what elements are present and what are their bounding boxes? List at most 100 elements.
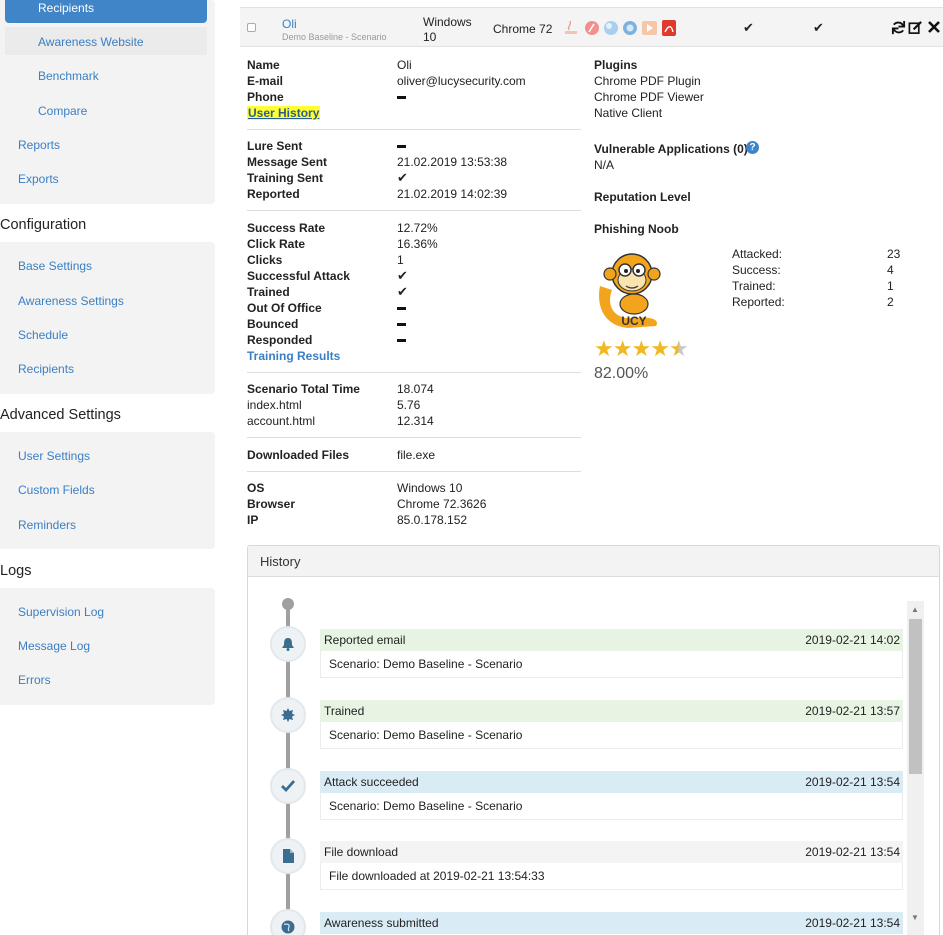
history-event-header: File download 2019-02-21 13:54	[320, 841, 903, 863]
recipient-os-line2: 10	[423, 30, 437, 44]
sidebar-heading-advanced-settings: Advanced Settings	[0, 407, 121, 423]
edit-icon[interactable]	[908, 20, 923, 35]
flash-icon	[585, 21, 599, 35]
bounced-value	[397, 317, 406, 331]
row-checkbox[interactable]	[247, 23, 256, 32]
sidebar-group-campaign: Recipients Awareness Website Benchmark C…	[0, 0, 215, 204]
sidebar-item-errors[interactable]: Errors	[18, 673, 51, 687]
scenario-total-time-value: 18.074	[397, 382, 434, 396]
sidebar-group-advanced: User Settings Custom Fields Reminders	[0, 432, 215, 549]
plugin-icons	[565, 20, 676, 36]
monkey-mascot-icon: UCY	[599, 253, 661, 328]
message-sent-label: Message Sent	[247, 155, 328, 169]
sidebar-item-schedule[interactable]: Schedule	[18, 328, 68, 342]
sidebar-item-user-settings[interactable]: User Settings	[18, 449, 90, 463]
scroll-up-arrow-icon[interactable]: ▲	[911, 605, 919, 614]
separator	[247, 471, 581, 472]
badge-icon	[270, 697, 306, 733]
pdf-icon	[662, 20, 676, 36]
trained-value: ✔	[397, 284, 408, 299]
history-event-header: Reported email 2019-02-21 14:02	[320, 629, 903, 651]
file-icon	[270, 838, 306, 874]
history-event-body: Scenario: Demo Baseline - Scenario	[320, 651, 903, 678]
training-results-link[interactable]: Training Results	[247, 349, 340, 363]
reputation-level-name: Phishing Noob	[594, 222, 679, 236]
trained-label: Trained	[247, 285, 290, 299]
clicks-label: Clicks	[247, 253, 283, 267]
java-icon	[565, 20, 577, 34]
email-value: oliver@lucysecurity.com	[397, 74, 526, 88]
sidebar-item-reminders[interactable]: Reminders	[18, 518, 76, 532]
svg-text:UCY: UCY	[621, 314, 646, 328]
sidebar-item-exports[interactable]: Exports	[18, 172, 59, 186]
responded-label: Responded	[247, 333, 313, 347]
stat-trained-value: 1	[887, 279, 894, 293]
success-rate-label: Success Rate	[247, 221, 326, 235]
os-label: OS	[247, 481, 265, 495]
sidebar-item-awareness-website[interactable]: Awareness Website	[38, 35, 144, 49]
help-icon[interactable]: ?	[746, 141, 759, 154]
history-event-title: File download	[324, 845, 399, 859]
stat-attacked-value: 23	[887, 247, 901, 261]
star-icon: ★	[594, 336, 614, 361]
os-value: Windows 10	[397, 481, 463, 495]
sidebar-item-message-log[interactable]: Message Log	[18, 639, 90, 653]
sidebar: Recipients Awareness Website Benchmark C…	[0, 0, 216, 935]
browser-label: Browser	[247, 497, 296, 511]
history-event-time: 2019-02-21 14:02	[805, 633, 900, 647]
account-page-value: 12.314	[397, 414, 434, 428]
sidebar-item-recipients-active[interactable]: Recipients	[5, 0, 207, 23]
star-icon: ★	[612, 336, 633, 361]
star-icon: ★	[631, 336, 651, 361]
scroll-down-arrow-icon[interactable]: ▼	[911, 913, 919, 922]
plugins-heading: Plugins	[594, 58, 638, 72]
globe-icon	[270, 909, 306, 935]
separator	[247, 437, 581, 438]
row-check-2: ✔	[813, 20, 824, 35]
recipient-name-link[interactable]: Oli	[282, 17, 297, 31]
user-history-link[interactable]: User History	[247, 106, 321, 120]
sidebar-item-base-settings[interactable]: Base Settings	[18, 259, 92, 273]
sidebar-item-awareness-settings[interactable]: Awareness Settings	[18, 294, 124, 308]
history-event-title: Reported email	[324, 633, 406, 647]
half-star-icon: ★	[668, 336, 689, 361]
plugin-item: Native Client	[594, 106, 663, 120]
recipient-scenario: Demo Baseline - Scenario	[282, 32, 387, 42]
history-title: History	[248, 546, 939, 577]
stat-success-value: 4	[887, 263, 894, 277]
history-event-time: 2019-02-21 13:57	[805, 704, 900, 718]
history-event-header: Attack succeeded 2019-02-21 13:54	[320, 771, 903, 793]
history-scrollbar[interactable]: ▲ ▼	[907, 601, 924, 935]
separator	[247, 372, 581, 373]
responded-value	[397, 333, 406, 347]
ip-value: 85.0.178.152	[397, 513, 468, 527]
scrollbar-thumb[interactable]	[909, 619, 922, 774]
successful-attack-value: ✔	[397, 268, 408, 283]
stat-reported-label: Reported:	[732, 295, 785, 309]
sidebar-item-reports[interactable]: Reports	[18, 138, 60, 152]
delete-icon[interactable]	[928, 21, 940, 33]
lure-sent-label: Lure Sent	[247, 139, 303, 153]
message-sent-value: 21.02.2019 13:53:38	[397, 155, 508, 169]
stat-trained-label: Trained:	[732, 279, 776, 293]
click-rate-label: Click Rate	[247, 237, 306, 251]
star-rating: ★★★★★	[594, 336, 689, 362]
out-of-office-label: Out Of Office	[247, 301, 322, 315]
sidebar-item-compare[interactable]: Compare	[38, 104, 87, 118]
sidebar-item-supervision-log[interactable]: Supervision Log	[18, 605, 104, 619]
training-sent-value: ✔	[397, 170, 408, 185]
index-page-value: 5.76	[397, 398, 421, 412]
vulnerable-apps-heading: Vulnerable Applications (0)	[594, 142, 748, 156]
sidebar-item-recipients[interactable]: Recipients	[18, 362, 74, 376]
sidebar-item-custom-fields[interactable]: Custom Fields	[18, 483, 95, 497]
successful-attack-label: Successful Attack	[247, 269, 350, 283]
out-of-office-value	[397, 301, 406, 315]
media-player-icon	[642, 21, 657, 35]
clicks-value: 1	[397, 253, 404, 267]
index-page-label: index.html	[247, 398, 302, 412]
history-panel: History Reported email 2019-02-21 14:02 …	[247, 545, 940, 935]
history-event-body: File downloaded at 2019-02-21 13:54:33	[320, 863, 903, 890]
sidebar-item-benchmark[interactable]: Benchmark	[38, 69, 99, 83]
downloaded-files-value: file.exe	[397, 448, 436, 462]
refresh-icon[interactable]	[891, 20, 906, 35]
